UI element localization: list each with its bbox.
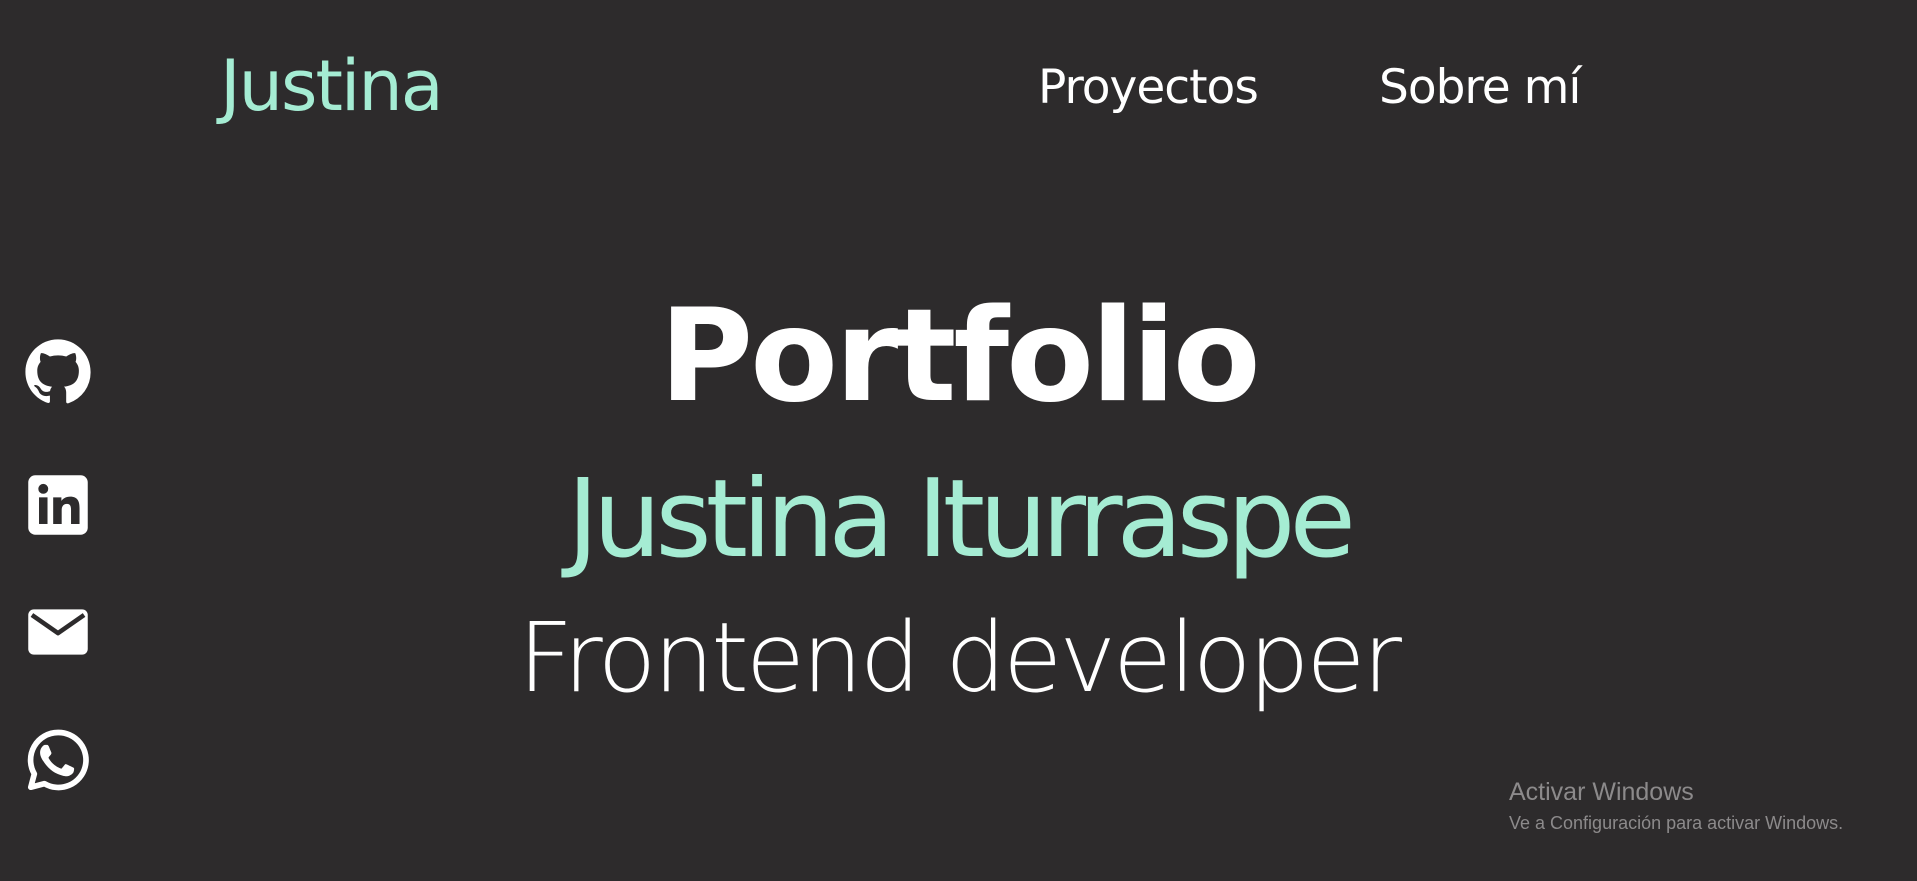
hero-title: Portfolio (659, 282, 1260, 431)
watermark-subtitle: Ve a Configuración para activar Windows. (1509, 813, 1844, 833)
watermark-title: Activar Windows (1509, 778, 1694, 806)
nav-logo-link[interactable]: Justina (220, 44, 444, 128)
hero-role: Frontend developer (518, 602, 1402, 714)
portfolio-page: Justina Proyectos Sobre mí Portfolio Jus… (0, 0, 1917, 881)
nav-link-sobre-mi[interactable]: Sobre mí (1379, 60, 1581, 116)
hero-name: Justina Iturraspe (567, 457, 1356, 582)
social-links (24, 0, 92, 881)
nav-link-proyectos[interactable]: Proyectos (1038, 60, 1259, 116)
whatsapp-icon[interactable] (24, 726, 92, 794)
windows-activation-watermark: Activar Windows Ve a Configuración para … (1509, 776, 1843, 836)
